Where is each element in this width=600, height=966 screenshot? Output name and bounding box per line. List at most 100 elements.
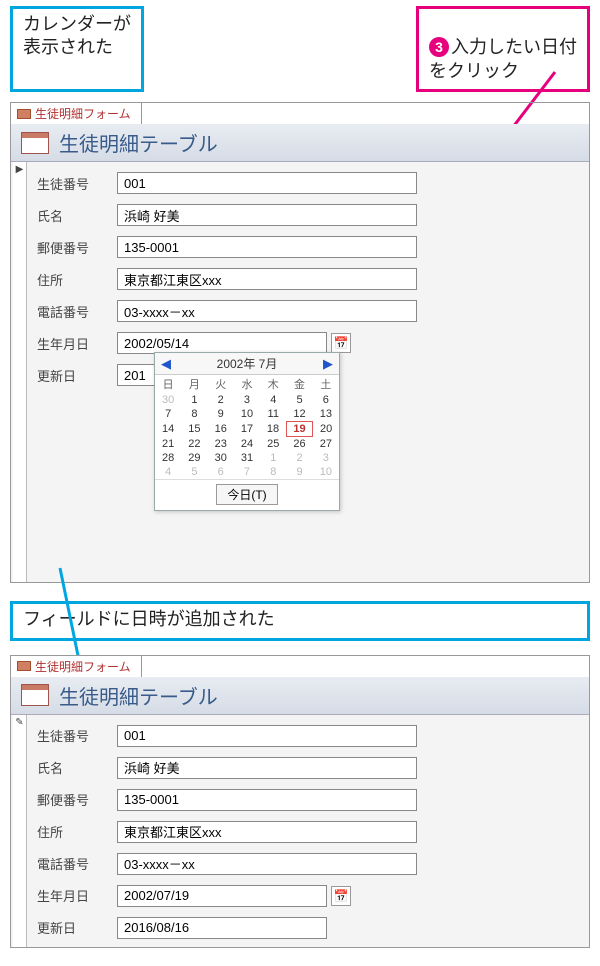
form-tab-label: 生徒明細フォーム <box>35 105 131 122</box>
calendar-day[interactable]: 23 <box>208 437 234 452</box>
label-address: 住所 <box>37 822 117 841</box>
student-id-field[interactable] <box>117 172 417 194</box>
calendar-day[interactable]: 13 <box>313 407 339 422</box>
record-selector[interactable]: ▶ <box>13 162 27 582</box>
calendar-dow: 土 <box>313 375 339 393</box>
birth-field[interactable] <box>117 332 327 354</box>
calendar-day[interactable]: 10 <box>313 465 339 479</box>
label-postal: 郵便番号 <box>37 790 117 809</box>
calendar-day[interactable]: 22 <box>181 437 207 452</box>
calendar-day[interactable]: 9 <box>208 407 234 422</box>
calendar-day[interactable]: 31 <box>234 451 260 465</box>
label-name: 氏名 <box>37 758 117 777</box>
student-id-field[interactable] <box>117 725 417 747</box>
form-panel-before: 生徒明細フォーム 生徒明細テーブル ▶ 生徒番号 氏名 郵便番号 住所 <box>10 102 590 583</box>
calendar-day[interactable]: 29 <box>181 451 207 465</box>
label-address: 住所 <box>37 270 117 289</box>
today-button[interactable]: 今日(T) <box>216 484 277 505</box>
form-header: 生徒明細テーブル <box>11 124 589 162</box>
birth-field[interactable] <box>117 885 327 907</box>
postal-field[interactable] <box>117 789 417 811</box>
calendar-day[interactable]: 5 <box>286 393 312 407</box>
calendar-day[interactable]: 17 <box>234 422 260 437</box>
calendar-day[interactable]: 3 <box>313 451 339 465</box>
name-field[interactable] <box>117 757 417 779</box>
table-icon <box>21 132 49 154</box>
label-birth: 生年月日 <box>37 334 117 353</box>
calendar-day[interactable]: 8 <box>181 407 207 422</box>
prev-month-button[interactable]: ◀ <box>159 356 173 372</box>
calendar-day[interactable]: 1 <box>260 451 286 465</box>
postal-field[interactable] <box>117 236 417 258</box>
calendar-day[interactable]: 3 <box>234 393 260 407</box>
phone-field[interactable] <box>117 853 417 875</box>
calendar-day[interactable]: 12 <box>286 407 312 422</box>
calendar-dow: 水 <box>234 375 260 393</box>
callout-step3-text: 入力したい日付 をクリック <box>429 37 577 80</box>
record-selector[interactable]: ✎ <box>13 715 27 947</box>
calendar-day[interactable]: 11 <box>260 407 286 422</box>
calendar-dow: 木 <box>260 375 286 393</box>
calendar-day[interactable]: 2 <box>208 393 234 407</box>
form-tab[interactable]: 生徒明細フォーム <box>10 102 142 124</box>
calendar-day[interactable]: 21 <box>155 437 181 452</box>
page-title: 生徒明細テーブル <box>59 681 218 710</box>
table-icon <box>21 684 49 706</box>
calendar-day[interactable]: 28 <box>155 451 181 465</box>
calendar-grid: 日月火水木金土 30123456789101112131415161718192… <box>155 375 339 479</box>
calendar-day[interactable]: 7 <box>155 407 181 422</box>
name-field[interactable] <box>117 204 417 226</box>
step3-badge: 3 <box>429 37 449 57</box>
calendar-day[interactable]: 15 <box>181 422 207 437</box>
form-icon <box>17 109 31 119</box>
calendar-dow: 月 <box>181 375 207 393</box>
form-header: 生徒明細テーブル <box>11 677 589 715</box>
form-panel-after: 生徒明細フォーム 生徒明細テーブル ✎ 生徒番号 氏名 郵便番号 住所 <box>10 655 590 948</box>
calendar-day[interactable]: 4 <box>155 465 181 479</box>
calendar-day[interactable]: 9 <box>286 465 312 479</box>
calendar-day[interactable]: 25 <box>260 437 286 452</box>
calendar-day[interactable]: 6 <box>208 465 234 479</box>
date-picker: ◀ 2002年 7月 ▶ 日月火水木金土 3012345678910111213… <box>154 352 340 511</box>
calendar-day[interactable]: 14 <box>155 422 181 437</box>
calendar-day[interactable]: 20 <box>313 422 339 437</box>
label-postal: 郵便番号 <box>37 238 117 257</box>
calendar-day[interactable]: 30 <box>155 393 181 407</box>
calendar-dow: 日 <box>155 375 181 393</box>
label-updated: 更新日 <box>37 918 117 937</box>
calendar-day[interactable]: 10 <box>234 407 260 422</box>
calendar-day[interactable]: 30 <box>208 451 234 465</box>
calendar-day[interactable]: 6 <box>313 393 339 407</box>
calendar-day[interactable]: 27 <box>313 437 339 452</box>
calendar-day[interactable]: 5 <box>181 465 207 479</box>
updated-field[interactable] <box>117 917 327 939</box>
form-icon <box>17 661 31 671</box>
address-field[interactable] <box>117 821 417 843</box>
label-birth: 生年月日 <box>37 886 117 905</box>
calendar-day[interactable]: 4 <box>260 393 286 407</box>
calendar-day[interactable]: 8 <box>260 465 286 479</box>
page-title: 生徒明細テーブル <box>59 128 218 157</box>
calendar-day[interactable]: 26 <box>286 437 312 452</box>
calendar-icon[interactable] <box>331 333 351 353</box>
calendar-day[interactable]: 18 <box>260 422 286 437</box>
label-phone: 電話番号 <box>37 302 117 321</box>
callout-step3: 3入力したい日付 をクリック <box>416 6 590 92</box>
label-student-id: 生徒番号 <box>37 726 117 745</box>
form-tab[interactable]: 生徒明細フォーム <box>10 655 142 677</box>
address-field[interactable] <box>117 268 417 290</box>
label-student-id: 生徒番号 <box>37 174 117 193</box>
calendar-day[interactable]: 16 <box>208 422 234 437</box>
calendar-day[interactable]: 2 <box>286 451 312 465</box>
calendar-day[interactable]: 7 <box>234 465 260 479</box>
callout-field-added: フィールドに日時が追加された <box>10 601 590 640</box>
next-month-button[interactable]: ▶ <box>321 356 335 372</box>
calendar-day[interactable]: 1 <box>181 393 207 407</box>
calendar-day[interactable]: 19 <box>286 422 312 437</box>
calendar-day[interactable]: 24 <box>234 437 260 452</box>
calendar-title: 2002年 7月 <box>173 355 321 372</box>
phone-field[interactable] <box>117 300 417 322</box>
label-updated: 更新日 <box>37 366 117 385</box>
callout-field-added-text: フィールドに日時が追加された <box>23 609 275 629</box>
calendar-icon[interactable] <box>331 886 351 906</box>
